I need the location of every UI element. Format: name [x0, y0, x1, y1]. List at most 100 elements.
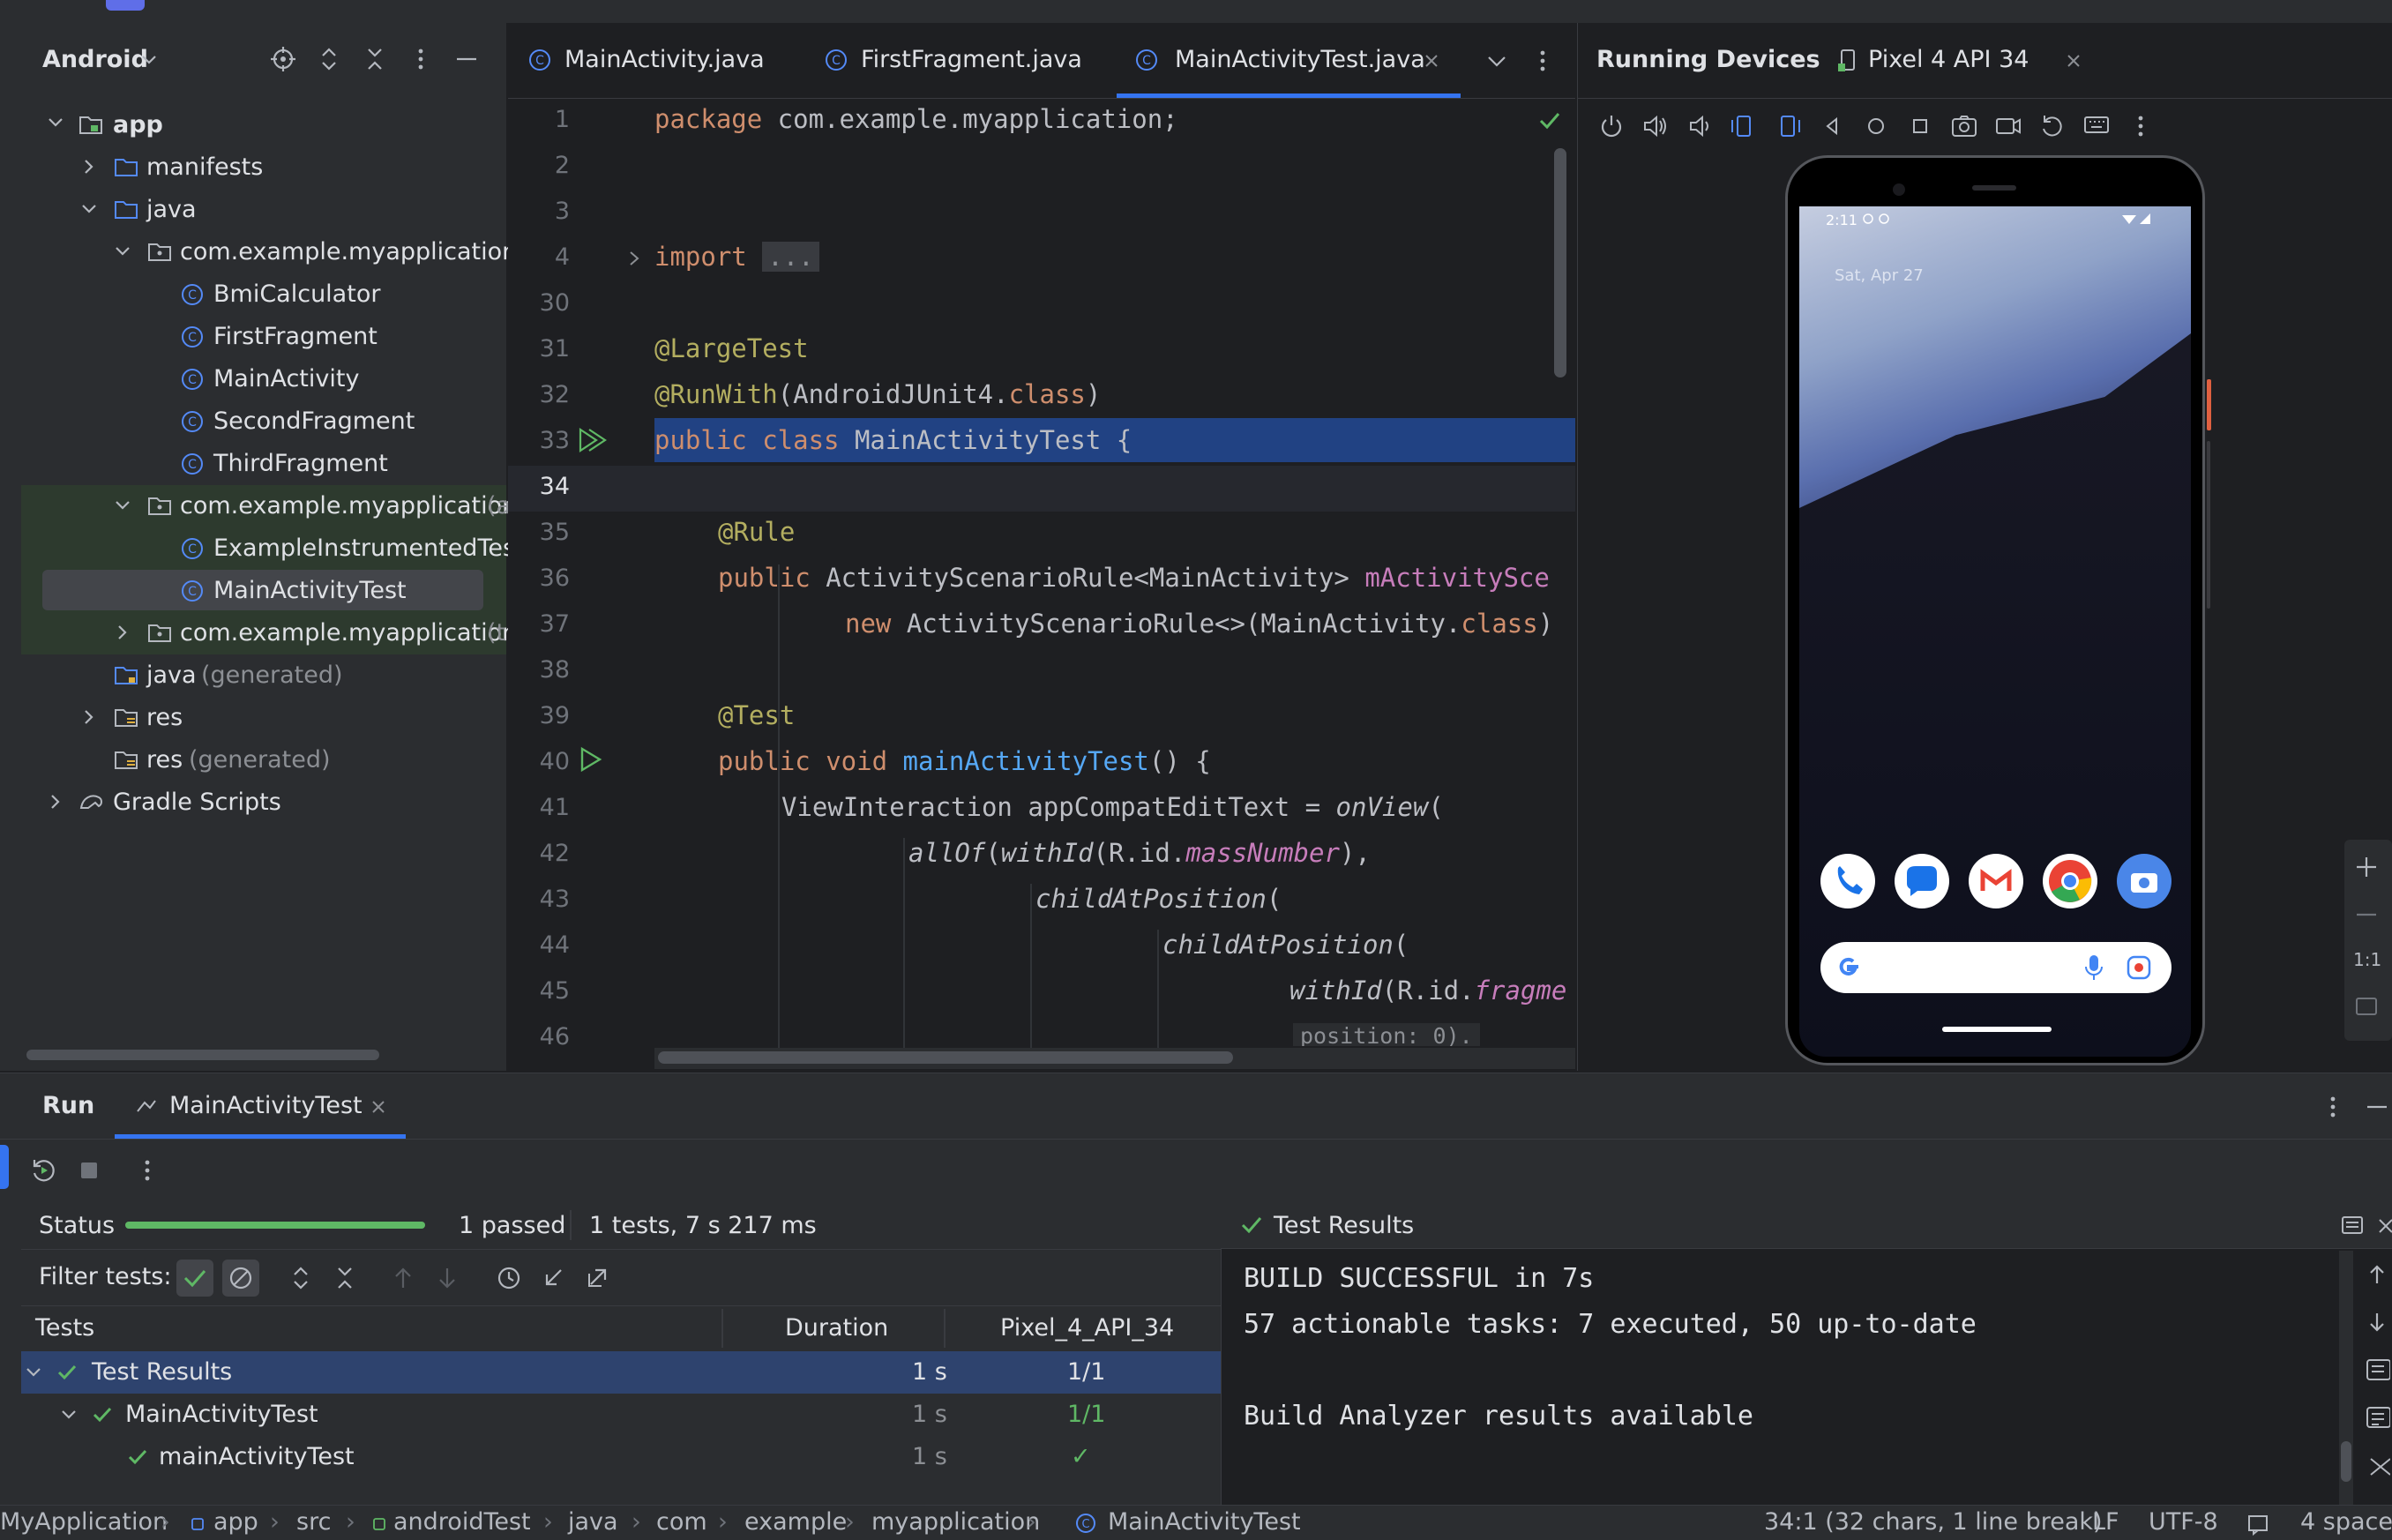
breadcrumb-item[interactable]: com [656, 1508, 707, 1536]
chevron-down-icon[interactable] [1482, 46, 1512, 76]
scroll-to-end-icon[interactable] [2364, 1404, 2390, 1431]
code-line[interactable]: ViewInteraction appCompatEditText = onVi… [781, 792, 1444, 822]
breadcrumb-item[interactable]: src [296, 1508, 331, 1536]
tree-item-secondfragment[interactable]: C SecondFragment [21, 400, 506, 443]
microphone-icon[interactable] [2083, 953, 2104, 983]
vertical-scrollbar[interactable] [1554, 148, 1566, 378]
reset-icon[interactable] [2037, 111, 2067, 141]
screenshot-icon[interactable] [1949, 111, 1979, 141]
code-line[interactable]: childAtPosition( [1035, 884, 1282, 914]
chevron-down-icon[interactable] [58, 1404, 79, 1425]
chrome-app-icon[interactable] [2043, 854, 2097, 908]
breadcrumb-item[interactable]: example [744, 1508, 847, 1536]
more-options-icon[interactable] [132, 1155, 162, 1185]
chevron-right-icon[interactable] [111, 621, 134, 644]
tree-item-package-androidtest[interactable]: com.example.myapplication (a [21, 485, 517, 527]
breadcrumb-item[interactable]: myapplication [871, 1508, 1040, 1536]
tree-item-package-test[interactable]: com.example.myapplication (t [21, 612, 517, 654]
next-failed-icon[interactable] [432, 1263, 462, 1293]
close-icon[interactable] [1422, 51, 1441, 71]
more-options-icon[interactable] [1528, 46, 1558, 76]
tab-mainactivitytest[interactable]: MainActivityTest.java [1175, 46, 1425, 73]
more-options-icon[interactable] [2126, 111, 2156, 141]
locate-icon[interactable] [268, 44, 298, 74]
code-line[interactable]: @Test [718, 700, 795, 730]
layout-toggle-icon[interactable] [2337, 1210, 2367, 1240]
code-line[interactable]: package com.example.myapplication; [654, 104, 1178, 134]
project-view-selector[interactable]: Android [42, 46, 148, 73]
code-line[interactable]: public ActivityScenarioRule<MainActivity… [718, 563, 1550, 593]
code-line[interactable]: public void mainActivityTest() { [718, 746, 1211, 776]
breadcrumb-item[interactable]: java [568, 1508, 618, 1536]
code-line[interactable]: withId(R.id.fragme [1289, 976, 1566, 1005]
tree-item-mainactivitytest[interactable]: C MainActivityTest [21, 570, 506, 612]
caret-position[interactable]: 34:1 (32 chars, 1 line break) [1764, 1508, 2103, 1536]
breadcrumb-item[interactable]: app [213, 1508, 258, 1536]
run-tool-title[interactable]: Run [42, 1092, 94, 1119]
collapse-all-icon[interactable] [330, 1263, 360, 1293]
filter-ignored-toggle[interactable] [222, 1260, 259, 1297]
volume-up-icon[interactable] [1641, 111, 1671, 141]
zoom-out-icon[interactable] [2351, 900, 2381, 930]
scroll-down-icon[interactable] [2364, 1309, 2390, 1335]
minimize-icon[interactable] [2362, 1092, 2392, 1122]
code-line[interactable]: @RunWith(AndroidJUnit4.class) [654, 379, 1101, 409]
back-icon[interactable] [1817, 111, 1847, 141]
run-icon[interactable] [577, 746, 603, 773]
fold-chevron-icon[interactable] [624, 249, 644, 268]
tab-mainactivity[interactable]: MainActivity.java [564, 46, 765, 73]
table-row[interactable]: mainActivityTest 1 s ✓ [21, 1436, 1221, 1478]
tree-item-thirdfragment[interactable]: C ThirdFragment [21, 443, 506, 485]
lens-icon[interactable] [2126, 954, 2152, 981]
scroll-up-icon[interactable] [2364, 1261, 2390, 1288]
history-icon[interactable] [494, 1263, 524, 1293]
overview-icon[interactable] [1905, 111, 1935, 141]
collapse-all-icon[interactable] [360, 44, 390, 74]
import-tests-icon[interactable] [538, 1263, 568, 1293]
clear-icon[interactable] [2364, 1452, 2390, 1478]
tab-run-config[interactable]: MainActivityTest [169, 1092, 363, 1119]
home-icon[interactable] [1861, 111, 1891, 141]
close-icon[interactable] [369, 1097, 388, 1117]
tree-item-mainactivity[interactable]: C MainActivity [21, 358, 506, 400]
expand-all-icon[interactable] [314, 44, 344, 74]
indent-setting[interactable]: 4 spaces [2300, 1508, 2392, 1536]
more-options-icon[interactable] [406, 44, 436, 74]
tab-device[interactable]: Pixel 4 API 34 [1868, 46, 2029, 73]
mirror-input-icon[interactable] [2082, 111, 2112, 141]
power-button[interactable] [2207, 379, 2211, 430]
close-icon[interactable] [2376, 1215, 2392, 1235]
chevron-right-icon[interactable] [44, 790, 67, 813]
tree-item-exampleinstrumentedtest[interactable]: C ExampleInstrumentedTest [21, 527, 525, 570]
console-scrollbar[interactable] [2341, 1441, 2351, 1482]
tab-firstfragment[interactable]: FirstFragment.java [861, 46, 1082, 73]
zoom-in-icon[interactable] [2351, 852, 2381, 882]
rotate-right-icon[interactable] [1773, 111, 1803, 141]
tree-item-res-generated[interactable]: res (generated) [21, 739, 506, 781]
code-line[interactable]: @LargeTest [654, 333, 809, 363]
chevron-right-icon[interactable] [78, 155, 101, 178]
gesture-handle[interactable] [1942, 1027, 2052, 1032]
chevron-down-icon[interactable] [111, 494, 134, 517]
file-encoding[interactable]: UTF-8 [2149, 1508, 2218, 1536]
google-search-bar[interactable] [1820, 942, 2171, 993]
volume-rocker[interactable] [2207, 441, 2210, 609]
chevron-down-icon[interactable] [78, 198, 101, 221]
tree-item-bmicalculator[interactable]: C BmiCalculator [21, 273, 506, 316]
phone-app-icon[interactable] [1820, 854, 1875, 908]
tree-item-app[interactable]: app [21, 104, 506, 146]
chevron-down-icon[interactable] [111, 240, 134, 263]
close-icon[interactable] [2064, 51, 2083, 71]
messages-app-icon[interactable] [1895, 854, 1949, 908]
chevron-down-icon[interactable] [44, 111, 67, 134]
filter-passed-toggle[interactable] [176, 1260, 213, 1297]
export-tests-icon[interactable] [582, 1263, 612, 1293]
code-line[interactable]: public class MainActivityTest { [654, 425, 1132, 455]
chevron-down-icon[interactable] [23, 1362, 44, 1383]
run-test-icon[interactable] [575, 427, 607, 453]
tree-item-package-main[interactable]: com.example.myapplication [21, 231, 517, 273]
rerun-icon[interactable] [28, 1155, 58, 1185]
expand-all-icon[interactable] [286, 1263, 316, 1293]
previous-failed-icon[interactable] [388, 1263, 418, 1293]
readonly-toggle-icon[interactable] [2246, 1512, 2270, 1536]
